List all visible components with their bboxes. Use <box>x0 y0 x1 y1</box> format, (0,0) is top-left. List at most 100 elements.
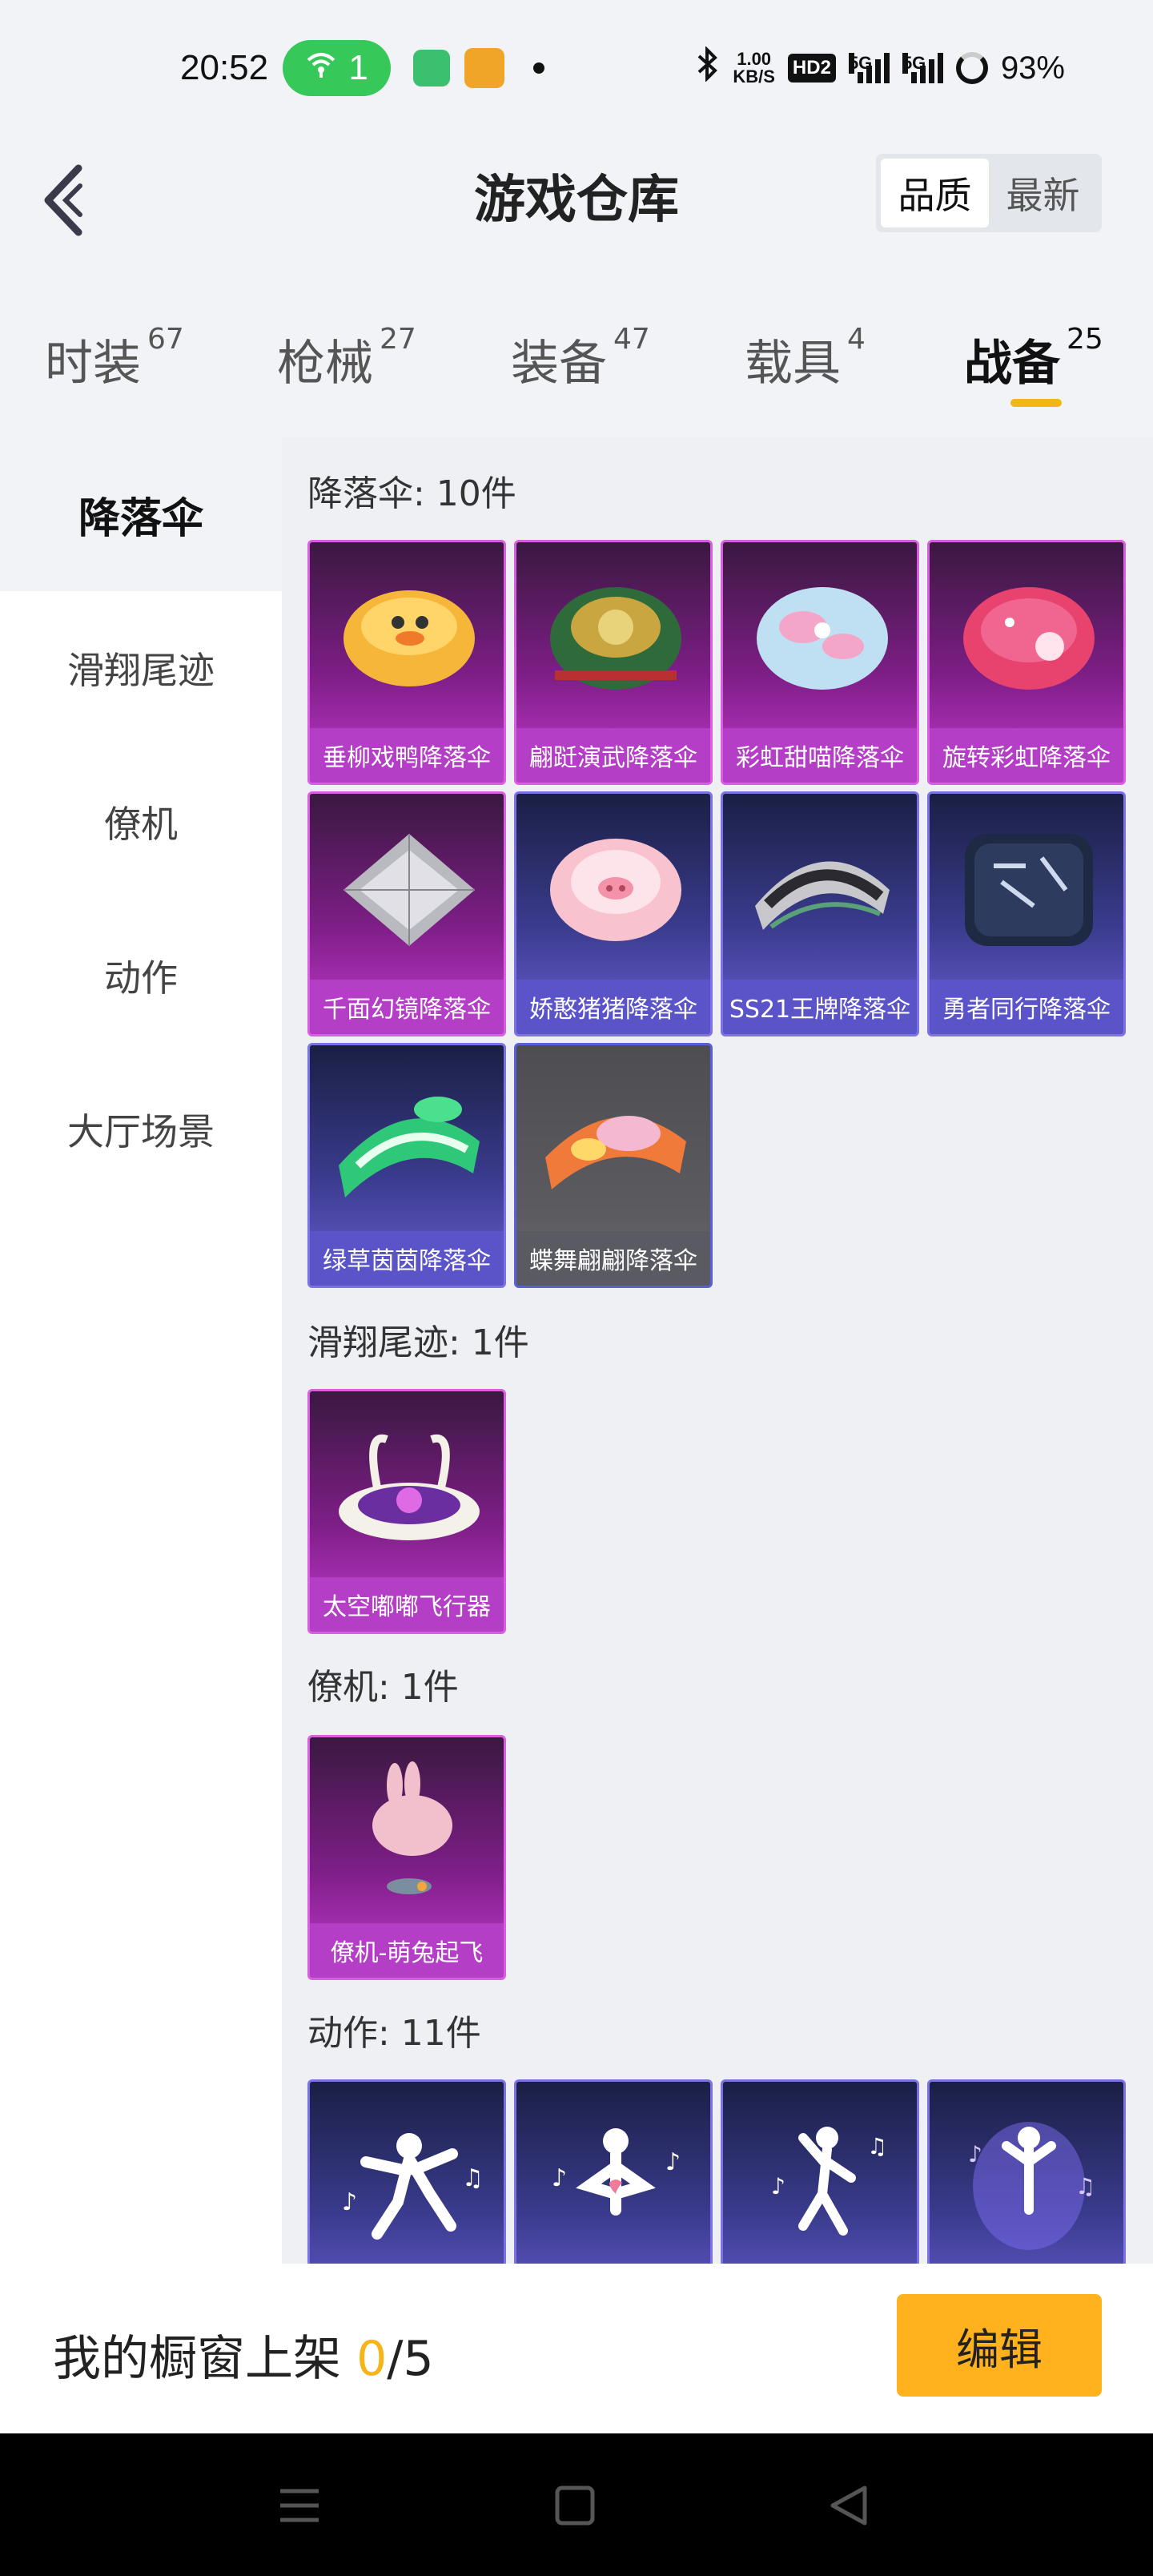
item-card[interactable]: ♪ ♫ <box>927 2079 1126 2264</box>
network-speed: 1.00 KB/S <box>733 49 775 87</box>
section-title-parachute: 降落伞: 10件 <box>307 473 516 514</box>
item-name: 蝶舞翩翩降落伞 <box>516 1231 710 1286</box>
tab-vehicles[interactable]: 载具 4 <box>745 323 866 394</box>
sort-quality-button[interactable]: 品质 <box>881 159 989 227</box>
page-header: 游戏仓库 品质 最新 <box>0 136 1153 296</box>
emote-pose-image: ♪♫ <box>342 2133 484 2240</box>
item-name: 垂柳戏鸭降落伞 <box>310 728 504 783</box>
wingman-bunny-image <box>372 1761 452 1894</box>
status-right: 1.00 KB/S HD2 5G 5G 93% <box>696 46 1065 90</box>
svg-text:♪: ♪ <box>771 2173 785 2200</box>
item-card[interactable]: ♪ ♫ <box>307 2079 506 2264</box>
item-card[interactable]: SS21王牌降落伞 <box>721 791 919 1036</box>
svg-text:♪: ♪ <box>552 2164 567 2192</box>
item-name: 娇憨猪猪降落伞 <box>516 980 710 1034</box>
showcase-status: 我的橱窗上架 0/5 <box>53 2331 434 2387</box>
parachute-rainbow-cat-image <box>757 587 888 690</box>
item-card[interactable]: 彩虹甜喵降落伞 <box>721 540 919 785</box>
item-card[interactable]: ♪ ♫ <box>721 2079 919 2264</box>
item-card[interactable]: 垂柳戏鸭降落伞 <box>307 540 506 785</box>
tab-fashion[interactable]: 时装 67 <box>45 323 184 394</box>
item-card[interactable]: 僚机-萌兔起飞 <box>307 1735 506 1980</box>
item-card[interactable]: 千面幻镜降落伞 <box>307 791 506 1036</box>
parachute-piggy-image <box>550 839 681 941</box>
tab-equipment[interactable]: 装备 47 <box>511 323 650 394</box>
chat-app-icon <box>413 50 451 87</box>
section-title-glide-trail: 滑翔尾迹: 1件 <box>307 1322 529 1363</box>
sidebar-item-glide-trail[interactable]: 滑翔尾迹 <box>0 591 282 745</box>
active-tab-indicator <box>1010 399 1062 407</box>
hd-badge: HD2 <box>787 54 836 83</box>
parachute-spin-rainbow-image <box>963 587 1095 690</box>
home-square-icon <box>555 2485 595 2526</box>
item-name: 勇者同行降落伞 <box>930 980 1123 1034</box>
parachute-butterfly-image <box>545 1116 686 1189</box>
item-name: 绿草茵茵降落伞 <box>310 1231 504 1286</box>
game-app-icon <box>464 48 505 88</box>
sidebar-item-emote[interactable]: 动作 <box>0 899 282 1053</box>
status-bar: 20:52 1 1.00 KB/S HD2 5G 5G 93% <box>0 0 1153 136</box>
parachute-brave-image <box>965 834 1093 946</box>
section-title-emote: 动作: 11件 <box>307 2013 481 2054</box>
emote-heart-image: ♪♪ <box>552 2128 681 2216</box>
item-card[interactable]: 蝶舞翩翩降落伞 <box>514 1043 713 1288</box>
battery-percent: 93% <box>1000 50 1065 86</box>
hotspot-indicator: 1 <box>283 40 392 96</box>
svg-text:♫: ♫ <box>462 2164 484 2192</box>
parachute-green-grass-image <box>339 1097 480 1197</box>
hotspot-count: 1 <box>348 48 368 87</box>
sidebar-item-lobby-scene[interactable]: 大厅场景 <box>0 1053 282 1206</box>
showcase-total: /5 <box>387 2331 434 2387</box>
item-name: 旋转彩虹降落伞 <box>930 728 1123 783</box>
parachute-ss21-image <box>755 861 890 930</box>
tab-weapons[interactable]: 枪械 27 <box>277 323 416 394</box>
bluetooth-icon <box>696 46 720 90</box>
tab-combat-gear[interactable]: 战备 25 <box>964 323 1103 394</box>
parachute-mirror-image <box>343 834 475 946</box>
item-card[interactable]: 翩跹演武降落伞 <box>514 540 713 785</box>
system-nav-bar <box>0 2433 1153 2576</box>
svg-text:♪: ♪ <box>665 2148 681 2176</box>
svg-text:♫: ♫ <box>1075 2173 1095 2200</box>
home-button[interactable] <box>543 2473 607 2538</box>
item-name: 僚机-萌兔起飞 <box>310 1923 504 1978</box>
back-triangle-icon <box>830 2485 867 2526</box>
item-name: 翩跹演武降落伞 <box>516 728 710 783</box>
sidebar: 降落伞 滑翔尾迹 僚机 动作 大厅场景 <box>0 437 282 2264</box>
signal-icon-2: 5G <box>902 53 943 83</box>
item-card[interactable]: 勇者同行降落伞 <box>927 791 1126 1036</box>
parachute-martial-image <box>550 587 681 690</box>
emote-dance-image: ♪♫ <box>771 2127 887 2236</box>
item-card[interactable]: 太空嘟嘟飞行器 <box>307 1389 506 1634</box>
back-nav-button[interactable] <box>817 2473 881 2538</box>
item-name: SS21王牌降落伞 <box>723 980 917 1034</box>
sidebar-item-parachute[interactable]: 降落伞 <box>0 437 282 591</box>
sort-toggle: 品质 最新 <box>876 154 1102 232</box>
svg-text:♪: ♪ <box>342 2188 357 2216</box>
item-name: 彩虹甜喵降落伞 <box>723 728 917 783</box>
signal-icon: 5G <box>848 53 890 83</box>
item-card[interactable]: 娇憨猪猪降落伞 <box>514 791 713 1036</box>
edit-button[interactable]: 编辑 <box>897 2294 1102 2397</box>
battery-icon <box>955 52 988 84</box>
parachute-duck-image <box>343 590 475 686</box>
showcase-bar: 我的橱窗上架 0/5 编辑 <box>0 2264 1153 2433</box>
svg-text:♫: ♫ <box>867 2133 887 2159</box>
item-card[interactable]: 旋转彩虹降落伞 <box>927 540 1126 785</box>
notification-dot-icon <box>533 62 545 74</box>
item-card[interactable]: 绿草茵茵降落伞 <box>307 1043 506 1288</box>
emote-glow-image: ♪♫ <box>968 2122 1095 2250</box>
section-title-wingman: 僚机: 1件 <box>307 1667 459 1708</box>
item-name: 太空嘟嘟飞行器 <box>310 1577 504 1632</box>
item-name: 千面幻镜降落伞 <box>310 980 504 1034</box>
menu-button[interactable] <box>267 2473 331 2538</box>
hotspot-icon <box>305 50 337 86</box>
status-time: 20:52 <box>180 48 269 87</box>
item-card[interactable]: ♪ ♪ <box>514 2079 713 2264</box>
sort-newest-button[interactable]: 最新 <box>989 159 1097 227</box>
glide-trail-ufo-image <box>339 1434 480 1540</box>
menu-icon <box>280 2489 319 2522</box>
category-tabs: 时装 67 枪械 27 装备 47 载具 4 战备 25 <box>0 296 1153 437</box>
showcase-current-count: 0 <box>356 2331 388 2387</box>
sidebar-item-wingman[interactable]: 僚机 <box>0 745 282 899</box>
